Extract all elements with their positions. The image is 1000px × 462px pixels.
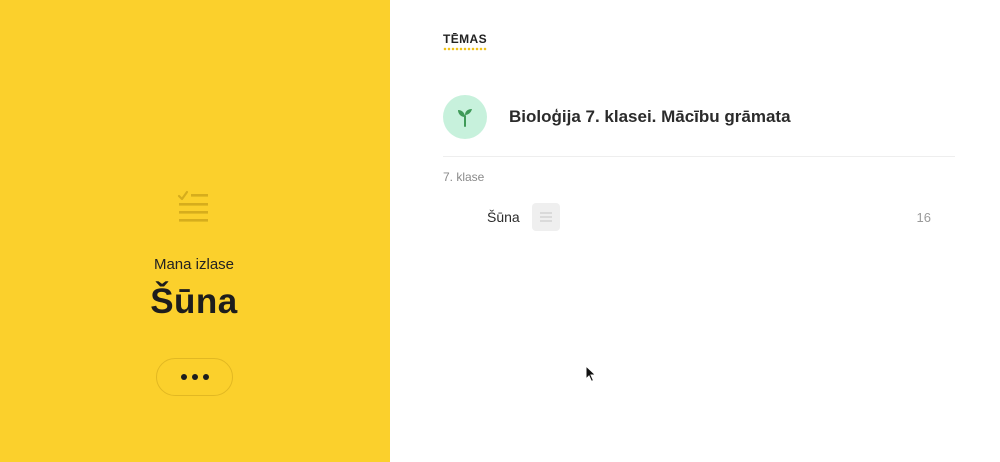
topic-name: Šūna: [487, 209, 520, 225]
collection-caption: Mana izlase: [153, 256, 235, 273]
topic-page-number: 16: [916, 210, 931, 225]
topic-row[interactable]: Šūna 16: [443, 202, 955, 232]
checklist-icon: [177, 190, 208, 222]
more-horizontal-icon: [180, 374, 187, 380]
sprout-icon: [458, 109, 472, 127]
document-icon[interactable]: [532, 203, 560, 231]
topics-panel: TĒMAS Bioloģija 7. klasei. Mācību grāmat…: [390, 0, 1000, 462]
grade-label: 7. klase: [443, 170, 485, 184]
more-options-button[interactable]: [156, 358, 233, 396]
mouse-cursor-icon: [585, 365, 597, 383]
book-item[interactable]: Bioloģija 7. klasei. Mācību grāmata: [443, 95, 955, 157]
more-horizontal-icon-dot: [191, 374, 198, 380]
more-horizontal-icon-dot: [202, 374, 209, 380]
tab-topics[interactable]: TĒMAS: [443, 32, 487, 51]
collection-sidebar: Mana izlase Šūna: [0, 0, 390, 462]
collection-title: Šūna: [150, 282, 238, 321]
book-title: Bioloģija 7. klasei. Mācību grāmata: [509, 107, 791, 126]
book-avatar: [443, 95, 487, 139]
